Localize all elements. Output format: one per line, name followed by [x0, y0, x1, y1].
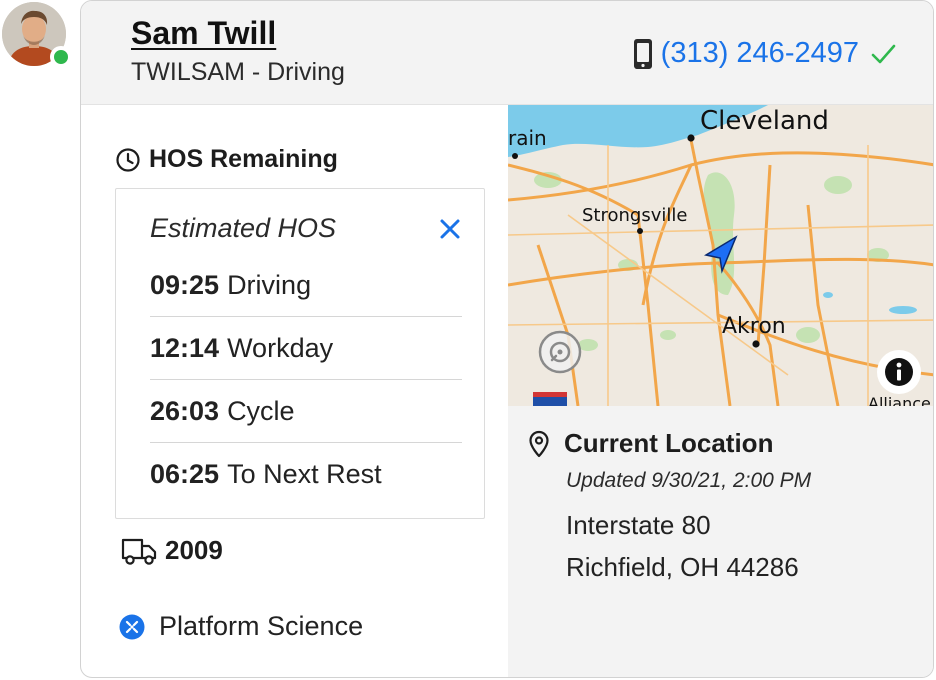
estimated-hos-box: Estimated HOS 09:25 Driving 12:14 Workda…: [115, 188, 485, 519]
hos-label: Workday: [227, 332, 334, 363]
hos-title-label: HOS Remaining: [149, 145, 338, 173]
clock-icon: [116, 147, 140, 172]
hos-time: 26:03: [150, 395, 220, 426]
driver-card: Sam Twill TWILSAM - Driving (313) 246-24…: [80, 0, 934, 678]
hos-time: 12:14: [150, 332, 220, 363]
current-location-title: Current Location: [528, 428, 773, 459]
provider-name: Platform Science: [159, 611, 364, 641]
hos-time: 06:25: [150, 459, 220, 489]
verified-check-icon: [871, 44, 896, 63]
mobile-phone-icon: [633, 38, 652, 69]
map-label-cleveland: Cleveland: [700, 106, 829, 136]
hos-section-title: HOS Remaining: [115, 145, 338, 174]
driver-status-subtitle: TWILSAM - Driving: [131, 58, 345, 86]
hos-row-workday: 12:14 Workday: [150, 317, 462, 380]
truck-icon: [121, 538, 157, 565]
hos-label: To Next Rest: [227, 459, 382, 489]
phone-contact: (313) 246-2497: [633, 37, 897, 70]
map-pin-button-icon[interactable]: [538, 330, 582, 374]
map-label-strongsville: Strongsville: [582, 205, 687, 226]
location-updated-timestamp: Updated 9/30/21, 2:00 PM: [566, 469, 812, 492]
location-pin-icon: [529, 430, 549, 457]
eld-provider: Platform Science: [119, 611, 363, 642]
driver-name-link[interactable]: Sam Twill: [131, 15, 276, 52]
hos-label: Driving: [227, 269, 312, 300]
card-header: Sam Twill TWILSAM - Driving (313) 246-24…: [81, 1, 933, 105]
current-location-label: Current Location: [564, 428, 774, 458]
driver-avatar-wrap: [0, 0, 72, 70]
hos-time: 09:25: [150, 269, 220, 300]
right-panel: Cleveland rain Strongsville Akron Allian…: [508, 105, 933, 677]
vehicle-info: 2009: [121, 535, 223, 566]
platform-science-logo-icon: [119, 614, 145, 639]
estimated-hos-label: Estimated HOS: [150, 213, 337, 243]
vehicle-number: 2009: [165, 535, 223, 565]
phone-number-link[interactable]: (313) 246-2497: [661, 37, 859, 70]
close-icon[interactable]: [438, 217, 462, 241]
online-status-dot: [50, 46, 72, 68]
map-label-alliance: Alliance: [868, 394, 931, 406]
address-line-1: Interstate 80: [566, 510, 711, 540]
hos-label: Cycle: [227, 395, 295, 426]
left-panel: HOS Remaining Estimated HOS 09:25 Drivin…: [81, 105, 508, 677]
hos-row-driving: 09:25 Driving: [150, 254, 462, 317]
location-map[interactable]: Cleveland rain Strongsville Akron Allian…: [508, 105, 933, 406]
map-label-lorain: rain: [508, 126, 547, 150]
hos-row-next-rest: 06:25 To Next Rest: [150, 443, 462, 506]
hos-row-cycle: 26:03 Cycle: [150, 380, 462, 443]
address-line-2: Richfield, OH 44286: [566, 552, 799, 582]
map-label-akron: Akron: [722, 314, 786, 339]
map-info-icon[interactable]: [876, 349, 922, 395]
